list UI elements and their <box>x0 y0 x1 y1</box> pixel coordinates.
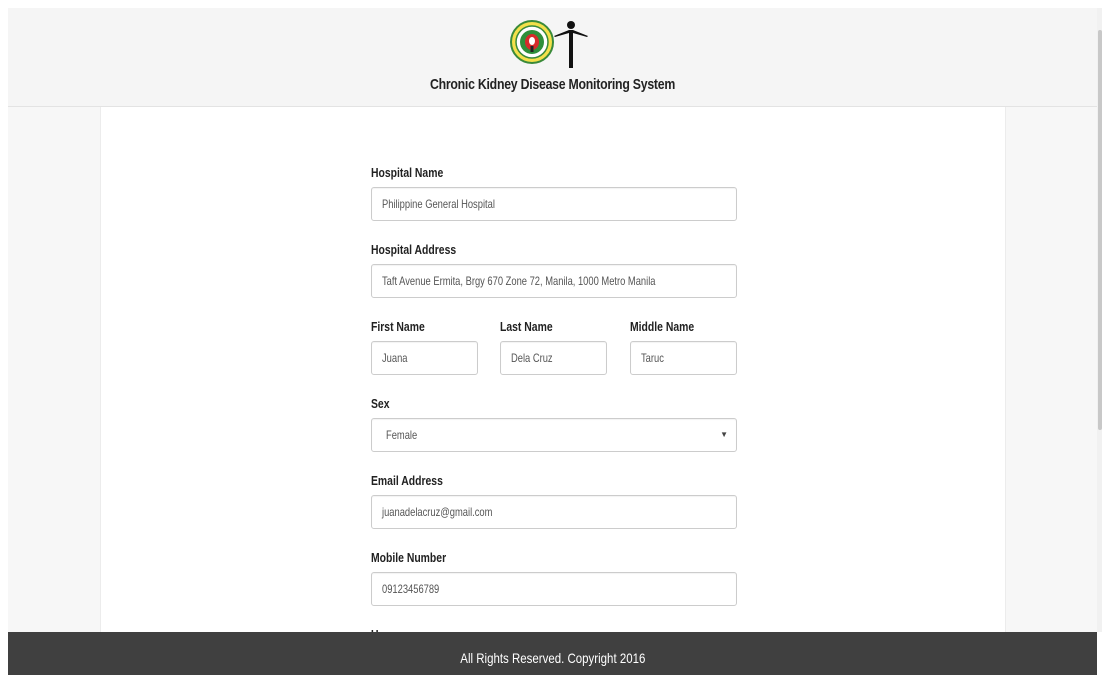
hospital-address-label: Hospital Address <box>371 242 457 257</box>
footer-copyright: All Rights Reserved. Copyright 2016 <box>459 650 646 666</box>
sex-selected-value: Female <box>386 428 418 442</box>
mobile-number-input[interactable]: 09123456789 <box>371 572 737 606</box>
email-input[interactable]: juanadelacruz@gmail.com <box>371 495 737 529</box>
hospital-name-value: Philippine General Hospital <box>382 197 495 211</box>
hospital-name-label: Hospital Name <box>371 165 444 180</box>
middle-name-label: Middle Name <box>630 319 695 334</box>
site-title: Chronic Kidney Disease Monitoring System <box>429 76 676 93</box>
society-seal-icon <box>510 20 554 64</box>
middle-name-input[interactable]: Taruc <box>630 341 737 375</box>
first-name-input[interactable]: Juana <box>371 341 478 375</box>
hospital-address-input[interactable]: Taft Avenue Ermita, Brgy 670 Zone 72, Ma… <box>371 264 737 298</box>
sex-label: Sex <box>371 396 390 411</box>
hospital-name-input[interactable]: Philippine General Hospital <box>371 187 737 221</box>
scrollbar-thumb[interactable] <box>1098 30 1102 430</box>
last-name-input[interactable]: Dela Cruz <box>500 341 607 375</box>
sex-select[interactable]: Female ▼ <box>371 418 737 452</box>
page-background: Chronic Kidney Disease Monitoring System… <box>8 8 1097 675</box>
mobile-number-label: Mobile Number <box>371 550 447 565</box>
email-value: juanadelacruz@gmail.com <box>382 505 493 519</box>
first-name-value: Juana <box>382 351 408 365</box>
human-figure-icon <box>554 21 588 68</box>
mobile-number-value: 09123456789 <box>382 582 440 596</box>
site-logo <box>510 20 600 68</box>
hospital-address-value: Taft Avenue Ermita, Brgy 670 Zone 72, Ma… <box>382 274 656 288</box>
chevron-down-icon: ▼ <box>720 430 728 439</box>
registration-card: Hospital Name Philippine General Hospita… <box>100 107 1006 647</box>
last-name-value: Dela Cruz <box>511 351 553 365</box>
site-footer: All Rights Reserved. Copyright 2016 <box>8 632 1097 675</box>
first-name-label: First Name <box>371 319 425 334</box>
site-header: Chronic Kidney Disease Monitoring System <box>8 8 1097 107</box>
middle-name-value: Taruc <box>641 351 664 365</box>
last-name-label: Last Name <box>500 319 553 334</box>
email-label: Email Address <box>371 473 443 488</box>
